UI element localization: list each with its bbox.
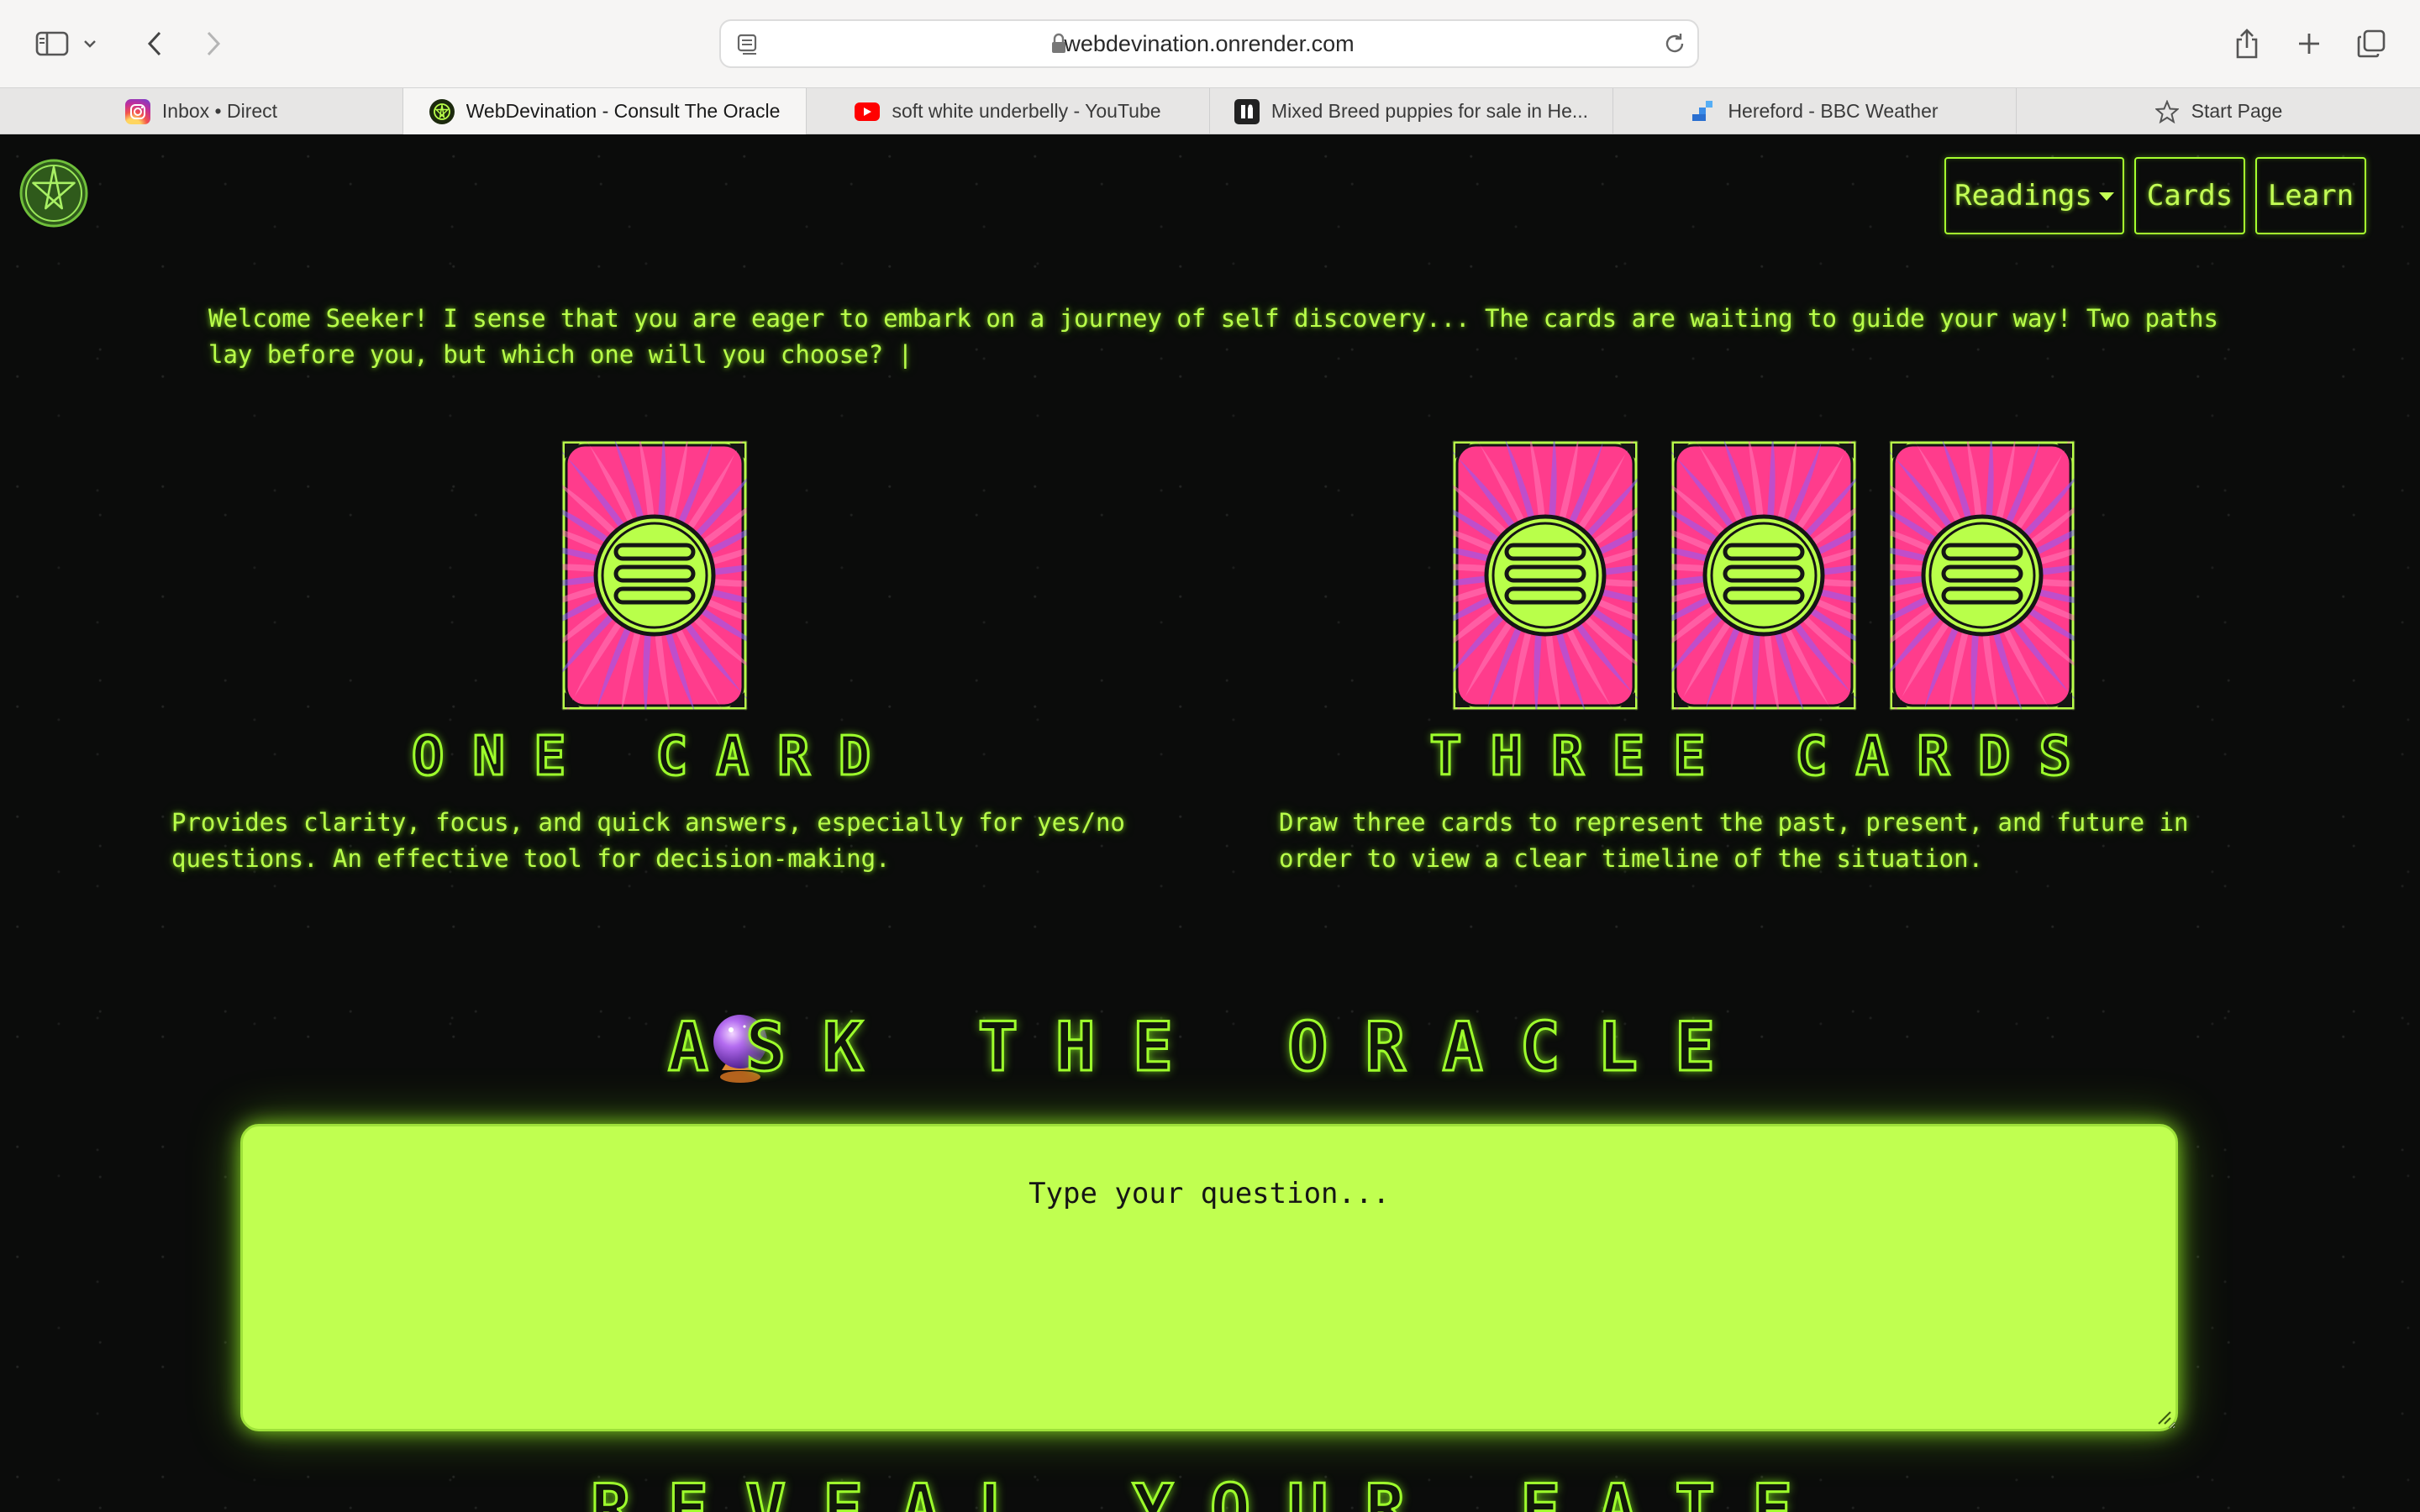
chevron-down-icon[interactable]	[77, 22, 103, 66]
bbc-weather-icon	[1691, 99, 1716, 124]
youtube-icon	[855, 102, 881, 121]
one-card-description: Provides clarity, focus, and quick answe…	[171, 808, 1125, 873]
tab-instagram[interactable]: Inbox • Direct	[0, 88, 403, 134]
tab-webdevination[interactable]: WebDevination - Consult The Oracle	[403, 88, 807, 134]
question-input[interactable]	[240, 1124, 2178, 1431]
tab-youtube[interactable]: soft white underbelly - YouTube	[807, 88, 1210, 134]
tab-puppies[interactable]: Mixed Breed puppies for sale in He...	[1210, 88, 1613, 134]
reload-icon[interactable]	[1662, 31, 1687, 60]
puppies-favicon	[1234, 98, 1260, 124]
tab-start-page[interactable]: Start Page	[2017, 88, 2420, 134]
caret-down-icon	[2098, 192, 2114, 201]
one-card-image[interactable]	[561, 440, 748, 711]
pentagram-logo-icon[interactable]	[18, 158, 89, 228]
star-icon	[2154, 99, 2180, 124]
readings-label: Readings	[1954, 179, 2092, 213]
three-cards-title[interactable]: THREE CARDS	[1277, 725, 2252, 790]
cards-button[interactable]: Cards	[2134, 157, 2245, 234]
tab-bar: Inbox • Direct WebDevination - Consult T…	[0, 87, 2420, 134]
sidebar-toggle-icon[interactable]	[30, 22, 74, 66]
learn-label: Learn	[2267, 179, 2354, 213]
tab-bbc-weather[interactable]: Hereford - BBC Weather	[1613, 88, 2017, 134]
url-text: webdevination.onrender.com	[1064, 31, 1355, 56]
instagram-icon	[124, 98, 150, 124]
back-icon[interactable]	[133, 22, 176, 66]
card-back-art	[1670, 440, 1857, 711]
three-cards-description: Draw three cards to represent the past, …	[1279, 808, 2189, 873]
cards-label: Cards	[2146, 179, 2233, 213]
card-back-art	[561, 440, 748, 711]
card-back-art	[1452, 440, 1639, 711]
three-cards-image-present[interactable]	[1670, 440, 1857, 711]
resize-handle-icon[interactable]	[2156, 1410, 2171, 1428]
readings-dropdown-button[interactable]: Readings	[1944, 157, 2124, 234]
tab-overview-icon[interactable]	[2349, 22, 2393, 66]
welcome-text: Welcome Seeker! I sense that you are eag…	[208, 304, 2218, 369]
webdevination-favicon	[429, 98, 455, 124]
three-cards-image-future[interactable]	[1889, 440, 2075, 711]
browser-toolbar: webdevination.onrender.com	[0, 0, 2420, 87]
one-card-title[interactable]: ONE CARD	[168, 725, 1143, 790]
ask-oracle-title: ASK THE ORACLE	[666, 1007, 1753, 1088]
reveal-fate-button[interactable]: REVEAL YOUR FATE	[0, 1469, 2420, 1512]
address-bar[interactable]: webdevination.onrender.com	[719, 19, 1699, 68]
share-icon[interactable]	[2225, 22, 2269, 66]
card-back-art	[1889, 440, 2075, 711]
learn-button[interactable]: Learn	[2255, 157, 2366, 234]
page-content: Readings Cards Learn Welcome Seeker! I s…	[0, 134, 2420, 1512]
three-cards-image-past[interactable]	[1452, 440, 1639, 711]
new-tab-icon[interactable]	[2287, 22, 2331, 66]
forward-icon[interactable]	[192, 22, 235, 66]
